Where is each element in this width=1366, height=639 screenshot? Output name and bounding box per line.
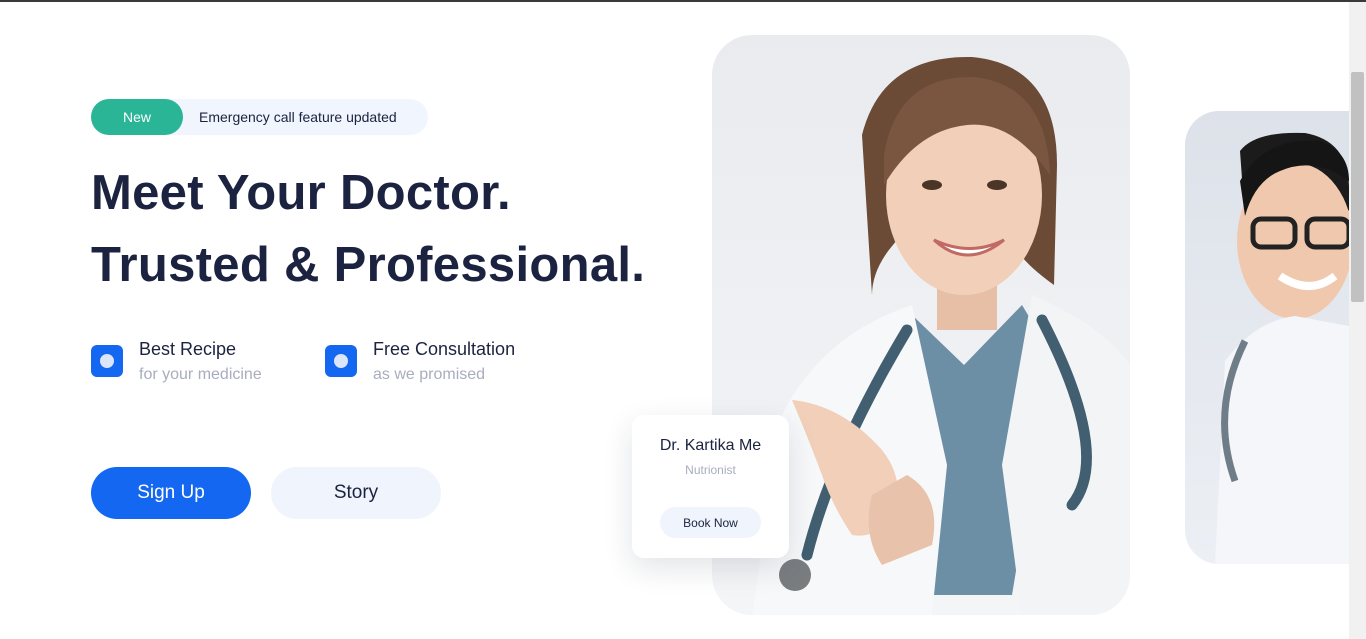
- doctor-role: Nutrionist: [685, 463, 736, 477]
- feature-free-consultation: Free Consultation as we promised: [325, 338, 515, 385]
- doctor-info-card: Dr. Kartika Me Nutrionist Book Now: [632, 415, 789, 558]
- male-doctor-illustration: [1215, 132, 1349, 564]
- book-now-button[interactable]: Book Now: [660, 507, 761, 538]
- doctor-photo-side: [1185, 111, 1349, 564]
- window-top-border: [0, 0, 1366, 2]
- feature-best-recipe: Best Recipe for your medicine: [91, 338, 262, 385]
- announcement-text: Emergency call feature updated: [199, 109, 397, 125]
- sign-up-button[interactable]: Sign Up: [91, 467, 251, 519]
- feature-subtitle: as we promised: [373, 366, 486, 383]
- hero-title-line-1: Meet Your Doctor.: [91, 166, 511, 220]
- check-square-icon: [91, 345, 123, 377]
- doctor-name: Dr. Kartika Me: [659, 437, 762, 454]
- hero-title-line-2: Trusted & Professional.: [91, 238, 646, 292]
- scrollbar-thumb[interactable]: [1351, 72, 1364, 302]
- new-badge: New: [91, 99, 183, 135]
- feature-subtitle: for your medicine: [139, 366, 262, 383]
- vertical-scrollbar[interactable]: [1349, 2, 1366, 639]
- check-square-icon: [325, 345, 357, 377]
- feature-title: Best Recipe: [139, 339, 237, 359]
- story-button[interactable]: Story: [271, 467, 441, 519]
- announcement-pill[interactable]: New Emergency call feature updated: [91, 99, 428, 135]
- feature-title: Free Consultation: [373, 339, 516, 359]
